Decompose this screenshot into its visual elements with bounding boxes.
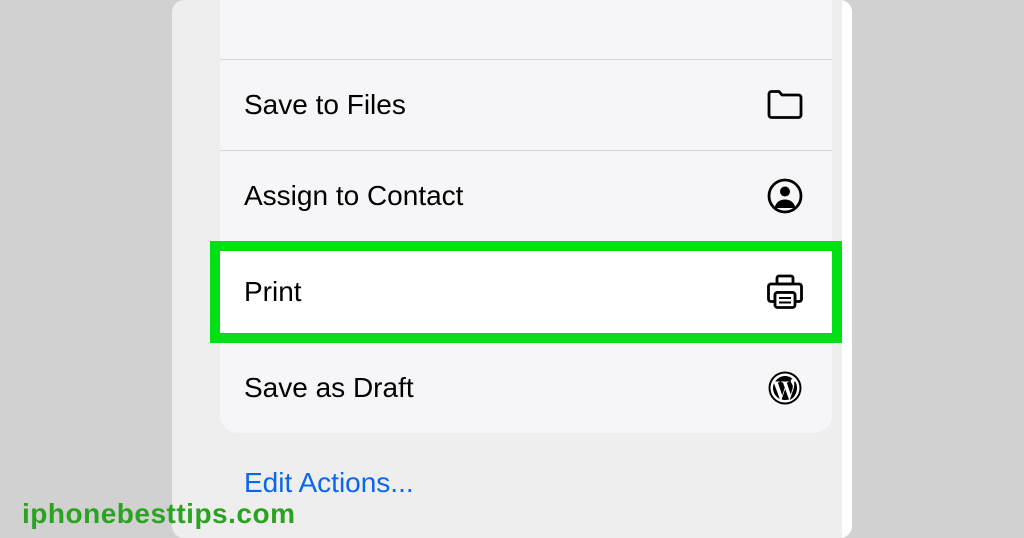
edit-actions-link[interactable]: Edit Actions... <box>220 433 832 509</box>
menu-item-save-as-draft[interactable]: Save as Draft <box>220 343 832 433</box>
person-circle-icon <box>766 177 804 215</box>
watermark-text: iphonebesttips.com <box>22 498 295 530</box>
action-menu-list: Save to Files Assign to Contact Print <box>220 0 832 509</box>
menu-item-assign-to-contact[interactable]: Assign to Contact <box>220 151 832 241</box>
menu-item-label: Print <box>244 276 302 308</box>
share-sheet-panel: Save to Files Assign to Contact Print <box>172 0 852 538</box>
printer-icon <box>766 273 804 311</box>
wordpress-icon <box>766 369 804 407</box>
menu-item-save-to-files[interactable]: Save to Files <box>220 60 832 151</box>
edit-actions-label: Edit Actions... <box>244 467 414 498</box>
menu-item-label: Save to Files <box>244 89 406 121</box>
menu-item-print[interactable]: Print <box>210 241 842 343</box>
menu-item-label: Assign to Contact <box>244 180 463 212</box>
scrollbar-track <box>842 0 852 538</box>
menu-item-label: Save as Draft <box>244 372 414 404</box>
menu-item-partial-top[interactable] <box>220 0 832 60</box>
folder-icon <box>766 86 804 124</box>
